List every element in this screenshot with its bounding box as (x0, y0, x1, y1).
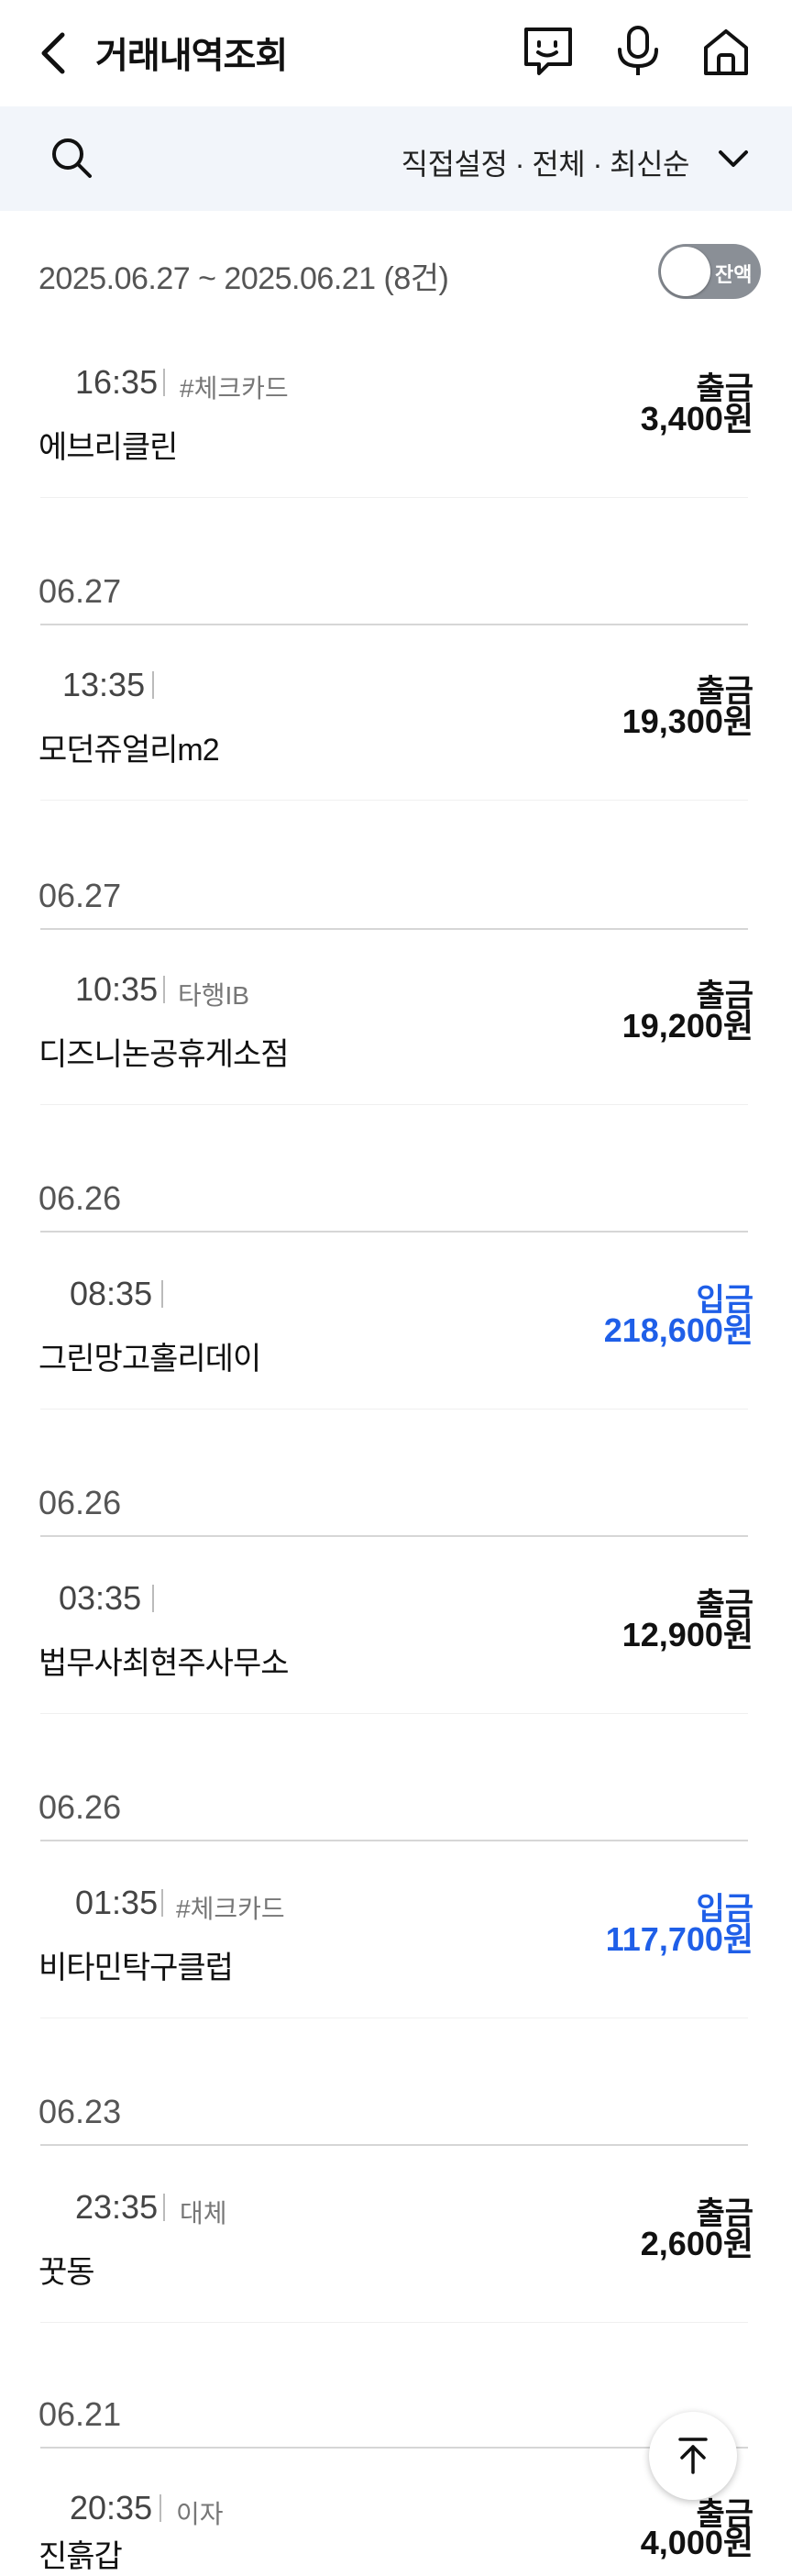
back-arrow-icon[interactable] (35, 29, 72, 77)
chevron-down-icon[interactable] (717, 149, 750, 171)
date-header: 06.23 (38, 2093, 122, 2130)
transaction-time: 10:35 (75, 970, 159, 1008)
transaction-time: 08:35 (70, 1275, 153, 1312)
date-rule (40, 1231, 748, 1233)
scroll-top-button[interactable] (649, 2412, 737, 2500)
search-icon[interactable] (48, 134, 95, 182)
date-rule (40, 1535, 748, 1537)
microphone-icon[interactable] (610, 24, 666, 79)
transaction-name[interactable]: 법무사최현주사무소 (38, 1638, 290, 1683)
page-title: 거래내역조회 (95, 37, 288, 76)
time-divider (160, 2494, 161, 2522)
transaction-amount: 12,900원 (622, 1616, 754, 1653)
transaction-name[interactable]: 꿋동 (38, 2247, 95, 2292)
transaction-amount: 218,600원 (603, 1311, 754, 1349)
toggle-knob (661, 247, 710, 296)
transaction-amount: 19,300원 (622, 702, 754, 740)
date-header: 06.26 (38, 1179, 122, 1217)
date-rule (40, 1840, 748, 1841)
date-header: 06.27 (38, 572, 122, 610)
toggle-label: 잔액 (715, 263, 753, 286)
time-divider (152, 1585, 154, 1612)
row-separator (40, 1409, 748, 1410)
transaction-tag: #체크카드 (180, 374, 289, 403)
row-separator (40, 2322, 748, 2323)
time-divider (163, 2194, 165, 2221)
transaction-time: 13:35 (62, 666, 146, 703)
row-separator (40, 800, 748, 801)
transaction-name[interactable]: 진흙갑 (38, 2531, 123, 2576)
transaction-tag: 대체 (180, 2199, 227, 2228)
transaction-amount: 19,200원 (622, 1007, 754, 1045)
home-icon[interactable] (698, 24, 754, 79)
transaction-amount: 3,400원 (640, 400, 754, 437)
transaction-name[interactable]: 디즈니논공휴게소점 (38, 1029, 290, 1074)
balance-toggle[interactable]: 잔액 (658, 244, 761, 299)
chatbot-icon[interactable] (521, 24, 576, 79)
transaction-tag: #체크카드 (176, 1895, 285, 1923)
transaction-name[interactable]: 그린망고홀리데이 (38, 1333, 261, 1378)
transaction-amount: 117,700원 (605, 1920, 754, 1958)
date-rule (40, 2447, 748, 2449)
date-header: 06.21 (38, 2395, 122, 2433)
time-divider (163, 976, 165, 1003)
transaction-amount: 2,600원 (640, 2225, 754, 2262)
transaction-name[interactable]: 모던쥬얼리m2 (38, 724, 220, 769)
time-divider (161, 1889, 163, 1917)
date-rule (40, 2144, 748, 2146)
period-summary: 2025.06.27 ~ 2025.06.21 (8건) (38, 261, 449, 296)
time-divider (152, 671, 154, 699)
transaction-name[interactable]: 비타민탁구클럽 (38, 1942, 234, 1987)
row-separator (40, 497, 748, 498)
transaction-time: 16:35 (75, 363, 159, 401)
transaction-amount: 4,000원 (640, 2524, 754, 2561)
transaction-name[interactable]: 에브리클린 (38, 422, 178, 467)
time-divider (161, 1280, 163, 1308)
transaction-time: 23:35 (75, 2188, 159, 2226)
transaction-time: 03:35 (59, 1579, 142, 1617)
date-header: 06.26 (38, 1788, 122, 1826)
arrow-up-icon (678, 2438, 708, 2474)
transaction-tag: 타행IB (178, 981, 249, 1010)
transaction-time: 01:35 (75, 1884, 159, 1921)
transaction-tag: 이자 (176, 2500, 224, 2528)
row-separator (40, 1104, 748, 1105)
date-header: 06.27 (38, 877, 122, 914)
date-header: 06.26 (38, 1484, 122, 1521)
date-rule (40, 928, 748, 930)
time-divider (163, 369, 165, 396)
filter-summary[interactable]: 직접설정 · 전체 · 최신순 (402, 141, 690, 183)
date-rule (40, 624, 748, 625)
transaction-time: 20:35 (70, 2489, 153, 2526)
row-separator (40, 1713, 748, 1714)
top-bar: 거래내역조회 (0, 0, 792, 106)
